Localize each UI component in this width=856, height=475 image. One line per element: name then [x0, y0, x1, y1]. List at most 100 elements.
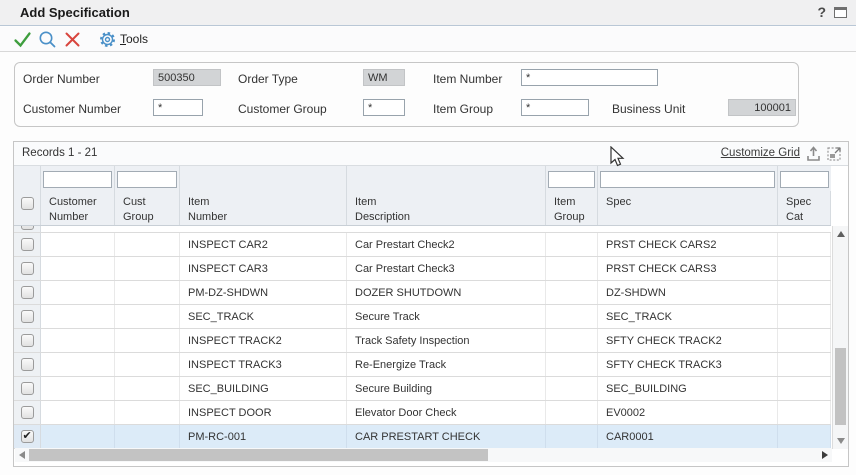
grid-cell-item_description[interactable]: Track Safety Inspection — [347, 329, 546, 352]
filter-input-customer_number[interactable] — [43, 171, 112, 188]
grid-cell-spec_cat_code_1[interactable] — [778, 305, 831, 328]
grid-cell-spec[interactable]: PRST CHECK CARS2 — [598, 233, 778, 256]
grid-cell-item_number[interactable]: INSPECT TRACK3 — [180, 353, 347, 376]
help-icon[interactable]: ? — [817, 4, 826, 20]
grid-cell-spec_cat_code_1[interactable] — [778, 257, 831, 280]
grid-cell-item_group[interactable] — [546, 281, 598, 304]
row-checkbox[interactable] — [21, 358, 34, 371]
ok-check-icon[interactable] — [13, 30, 32, 49]
table-row[interactable]: INSPECT DOORElevator Door Check EV0002 — [14, 401, 831, 425]
scroll-up-icon[interactable] — [837, 231, 845, 237]
grid-cell-spec_cat_code_1[interactable] — [778, 353, 831, 376]
scroll-down-icon[interactable] — [837, 438, 845, 444]
scroll-right-icon[interactable] — [822, 451, 828, 459]
grid-cell-customer_number[interactable] — [41, 305, 115, 328]
grid-cell-spec[interactable]: SEC_TRACK — [598, 305, 778, 328]
grid-cell-cust_group[interactable] — [115, 329, 180, 352]
grid-cell-cust_group[interactable] — [115, 305, 180, 328]
horizontal-scrollbar[interactable] — [15, 448, 832, 462]
table-row[interactable]: PM-DZ-SHDWNDOZER SHUTDOWNDZ-SHDWN — [14, 281, 831, 305]
filter-input-spec[interactable] — [600, 171, 775, 188]
grid-cell-spec_cat_code_1[interactable] — [778, 377, 831, 400]
grid-cell-cust_group[interactable] — [115, 425, 180, 448]
export-icon[interactable] — [805, 145, 822, 162]
column-header-customer_number[interactable]: Customer Number — [41, 191, 115, 225]
grid-cell-spec[interactable]: EV0002 — [598, 401, 778, 424]
tools-menu[interactable]: Tools — [120, 32, 148, 46]
customer-group-field[interactable] — [363, 99, 405, 116]
grid-cell-customer_number[interactable] — [41, 281, 115, 304]
grid-cell-item_group[interactable] — [546, 425, 598, 448]
grid-cell-spec_cat_code_1[interactable] — [778, 425, 831, 448]
grid-cell-cust_group[interactable] — [115, 401, 180, 424]
grid-cell-spec[interactable]: SFTY CHECK TRACK3 — [598, 353, 778, 376]
row-checkbox[interactable] — [21, 226, 34, 230]
table-row[interactable]: INSPECT CAR3Car Prestart Check3PRST CHEC… — [14, 257, 831, 281]
grid-cell-item_description[interactable]: CAR PRESTART CHECK — [347, 425, 546, 448]
table-row[interactable]: PM-RC-001CAR PRESTART CHECK CAR0001 — [14, 425, 831, 449]
vertical-scrollbar[interactable] — [832, 226, 848, 449]
grid-cell-spec[interactable]: PRST CHECK CARS3 — [598, 257, 778, 280]
grid-cell-spec[interactable]: CAR0001 — [598, 425, 778, 448]
grid-cell-customer_number[interactable] — [41, 257, 115, 280]
item-number-field[interactable] — [521, 69, 658, 86]
grid-cell-item_description[interactable]: Car Prestart Check3 — [347, 257, 546, 280]
find-magnifier-icon[interactable] — [38, 30, 57, 49]
grid-cell-spec_cat_code_1[interactable] — [778, 233, 831, 256]
row-checkbox[interactable] — [21, 334, 34, 347]
grid-cell-item_number[interactable]: PM-RC-001 — [180, 425, 347, 448]
grid-cell-cust_group[interactable] — [115, 257, 180, 280]
grid-cell-item_description[interactable]: Re-Energize Track — [347, 353, 546, 376]
table-row[interactable]: INSPECT TRACK3Re-Energize Track SFTY CHEC… — [14, 353, 831, 377]
grid-cell-customer_number[interactable] — [41, 425, 115, 448]
grid-cell-item_number[interactable]: INSPECT CAR2 — [180, 233, 347, 256]
row-checkbox[interactable] — [21, 382, 34, 395]
grid-cell-customer_number[interactable] — [41, 377, 115, 400]
grid-cell-item_group[interactable] — [546, 377, 598, 400]
row-checkbox[interactable] — [21, 286, 34, 299]
grid-cell-item_number[interactable]: INSPECT DOOR — [180, 401, 347, 424]
vertical-scrollbar-thumb[interactable] — [835, 348, 846, 425]
scroll-left-icon[interactable] — [19, 451, 25, 459]
grid-cell-item_description[interactable]: Car Prestart Check2 — [347, 233, 546, 256]
grid-cell-spec[interactable]: SFTY CHECK TRACK2 — [598, 329, 778, 352]
grid-cell-spec_cat_code_1[interactable] — [778, 329, 831, 352]
grid-cell-item_group[interactable] — [546, 233, 598, 256]
grid-cell-spec[interactable]: SEC_BUILDING — [598, 377, 778, 400]
grid-cell-spec_cat_code_1[interactable] — [778, 281, 831, 304]
window-icon[interactable] — [834, 7, 847, 18]
customize-grid-link[interactable]: Customize Grid — [721, 147, 800, 159]
row-checkbox[interactable] — [21, 310, 34, 323]
grid-cell-customer_number[interactable] — [41, 401, 115, 424]
grid-cell-item_description[interactable]: Elevator Door Check — [347, 401, 546, 424]
table-row[interactable]: SEC_TRACKSecure TrackSEC_TRACK — [14, 305, 831, 329]
filter-input-cust_group[interactable] — [117, 171, 177, 188]
row-checkbox[interactable] — [21, 406, 34, 419]
row-checkbox[interactable] — [21, 430, 34, 443]
grid-cell-item_number[interactable]: SEC_TRACK — [180, 305, 347, 328]
row-checkbox[interactable] — [21, 262, 34, 275]
table-row[interactable]: SEC_BUILDINGSecure BuildingSEC_BUILDING — [14, 377, 831, 401]
column-header-spec[interactable]: Spec — [598, 191, 778, 225]
filter-input-spec_cat_code_1[interactable] — [780, 171, 829, 188]
column-header-spec_cat_code_1[interactable]: Spec Cat Code 1 — [778, 191, 831, 225]
item-group-field[interactable] — [521, 99, 589, 116]
grid-cell-spec[interactable]: DZ-SHDWN — [598, 281, 778, 304]
filter-input-item_group[interactable] — [548, 171, 595, 188]
grid-cell-item_number[interactable]: PM-DZ-SHDWN — [180, 281, 347, 304]
grid-cell-item_group[interactable] — [546, 305, 598, 328]
row-checkbox[interactable] — [21, 238, 34, 251]
tools-gear-icon[interactable] — [98, 30, 117, 49]
select-all-checkbox[interactable] — [21, 197, 34, 210]
grid-cell-item_description[interactable]: Secure Track — [347, 305, 546, 328]
grid-cell-cust_group[interactable] — [115, 281, 180, 304]
grid-cell-cust_group[interactable] — [115, 353, 180, 376]
grid-cell-item_group[interactable] — [546, 257, 598, 280]
grid-popout-icon[interactable] — [826, 145, 843, 162]
grid-cell-item_number[interactable]: SEC_BUILDING — [180, 377, 347, 400]
column-header-item_number[interactable]: Item Number — [180, 191, 347, 225]
grid-cell-cust_group[interactable] — [115, 377, 180, 400]
grid-cell-customer_number[interactable] — [41, 329, 115, 352]
grid-cell-item_description[interactable]: Secure Building — [347, 377, 546, 400]
grid-cell-item_number[interactable]: INSPECT TRACK2 — [180, 329, 347, 352]
